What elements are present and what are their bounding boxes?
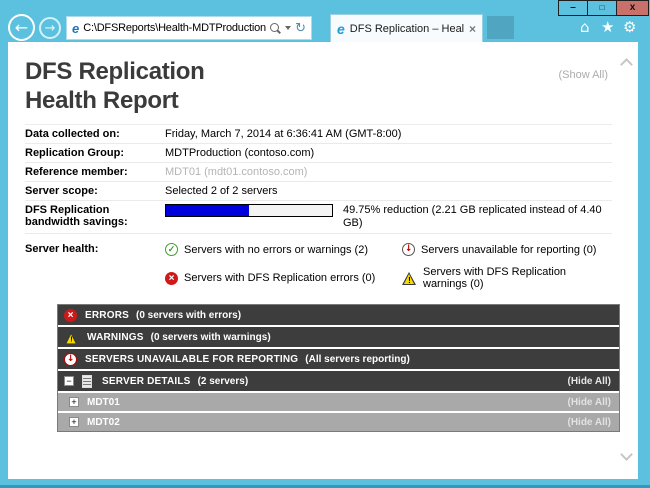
bandwidth-bar-fill [166,205,249,216]
maximize-icon: □ [600,4,605,12]
scroll-down-icon[interactable] [620,448,633,461]
back-icon: ← [15,18,28,37]
tools-gear-icon[interactable]: ⚙ [623,20,636,35]
health-item-text: Servers with DFS Replication warnings (0… [423,266,612,290]
home-icon[interactable]: ⌂ [580,20,590,35]
close-button[interactable]: x [616,0,649,16]
check-circle-icon: ✓ [165,243,178,256]
section-detail: (0 servers with warnings) [151,332,271,343]
chevron-down-icon[interactable] [285,26,291,30]
minimize-icon: – [570,3,576,13]
collapse-box-icon[interactable]: − [64,376,74,386]
info-value: MDTProduction (contoso.com) [165,147,314,159]
health-item-text: Servers with DFS Replication errors (0) [184,272,375,284]
info-label: Data collected on: [25,128,165,140]
info-label: Reference member: [25,166,165,178]
down-arrow-circle-icon: ↓ [64,353,77,366]
health-item-text: Servers with no errors or warnings (2) [184,244,368,256]
error-circle-icon: × [165,272,178,285]
tab-title: DFS Replication – Health Re... [350,23,464,35]
info-label: Replication Group: [25,147,165,159]
ie-logo-icon: e [337,21,345,37]
section-detail: (All servers reporting) [305,354,409,365]
bandwidth-summary: 49.75% reduction (2.21 GB replicated ins… [343,204,612,230]
server-row-mdt02[interactable]: + MDT02 (Hide All) [58,413,619,431]
hide-all-link[interactable]: (Hide All) [567,376,611,387]
search-icon[interactable] [270,23,281,34]
address-input[interactable]: C:\DFSReports\Health-MDTProduction-07Ma [83,22,266,34]
show-all-link[interactable]: (Show All) [558,69,608,81]
section-errors[interactable]: × ERRORS (0 servers with errors) [58,305,619,325]
section-detail: (0 servers with errors) [136,310,241,321]
server-name: MDT02 [87,417,120,428]
info-value: MDT01 (mdt01.contoso.com) [165,166,307,178]
server-icon [82,375,92,388]
minimize-button[interactable]: – [558,0,588,16]
section-warnings[interactable]: ! WARNINGS (0 servers with warnings) [58,327,619,347]
info-row-bandwidth-savings: DFS Replication bandwidth savings: 49.75… [25,201,612,234]
info-label: Server health: [25,243,165,290]
info-label: DFS Replication bandwidth savings: [25,204,165,228]
warning-triangle-icon: ! [65,331,79,343]
section-title: SERVER DETAILS [102,376,191,387]
page-title: DFS Replication Health Report [25,57,612,115]
bandwidth-progress-bar [165,204,333,217]
info-value: Friday, March 7, 2014 at 6:36:41 AM (GMT… [165,128,401,140]
page-content: DFS Replication Health Report (Show All)… [8,42,638,479]
forward-button[interactable]: → [39,17,61,39]
report-sections: × ERRORS (0 servers with errors) ! WARNI… [57,304,620,432]
expand-box-icon[interactable]: + [69,417,79,427]
health-item-text: Servers unavailable for reporting (0) [421,244,596,256]
section-title: ERRORS [85,310,129,321]
page-favicon-icon: e [72,21,79,36]
info-row-replication-group: Replication Group: MDTProduction (contos… [25,144,612,163]
favorites-star-icon[interactable]: ★ [601,20,614,35]
browser-tab[interactable]: e DFS Replication – Health Re... × [330,14,483,42]
expand-box-icon[interactable]: + [69,397,79,407]
maximize-button[interactable]: □ [587,0,617,16]
back-button[interactable]: ← [8,14,35,41]
address-bar[interactable]: e C:\DFSReports\Health-MDTProduction-07M… [66,16,312,40]
down-arrow-circle-icon: ↓ [402,243,415,256]
hide-all-link[interactable]: (Hide All) [567,417,611,428]
health-item-errors: × Servers with DFS Replication errors (0… [165,266,402,290]
info-row-server-scope: Server scope: Selected 2 of 2 servers [25,182,612,201]
close-icon: x [630,3,636,13]
health-item-no-errors: ✓ Servers with no errors or warnings (2) [165,243,402,256]
info-row-reference-member: Reference member: MDT01 (mdt01.contoso.c… [25,163,612,182]
info-value: Selected 2 of 2 servers [165,185,278,197]
section-title: SERVERS UNAVAILABLE FOR REPORTING [85,354,298,365]
section-server-details[interactable]: − SERVER DETAILS (2 servers) (Hide All) [58,371,619,391]
tab-close-icon[interactable]: × [469,22,476,36]
section-title: WARNINGS [87,332,144,343]
new-tab-button[interactable] [487,16,514,39]
info-row-data-collected: Data collected on: Friday, March 7, 2014… [25,125,612,144]
health-item-warnings: ! Servers with DFS Replication warnings … [402,266,612,290]
info-label: Server scope: [25,185,165,197]
server-row-mdt01[interactable]: + MDT01 (Hide All) [58,393,619,411]
section-servers-unavailable[interactable]: ↓ SERVERS UNAVAILABLE FOR REPORTING (All… [58,349,619,369]
forward-icon: → [45,21,56,36]
hide-all-link[interactable]: (Hide All) [567,397,611,408]
refresh-icon[interactable]: ↻ [295,22,306,35]
error-circle-icon: × [64,309,77,322]
server-health-row: Server health: ✓ Servers with no errors … [25,234,612,300]
health-item-unavailable: ↓ Servers unavailable for reporting (0) [402,243,612,256]
server-name: MDT01 [87,397,120,408]
section-detail: (2 servers) [198,376,249,387]
warning-triangle-icon: ! [402,272,417,285]
